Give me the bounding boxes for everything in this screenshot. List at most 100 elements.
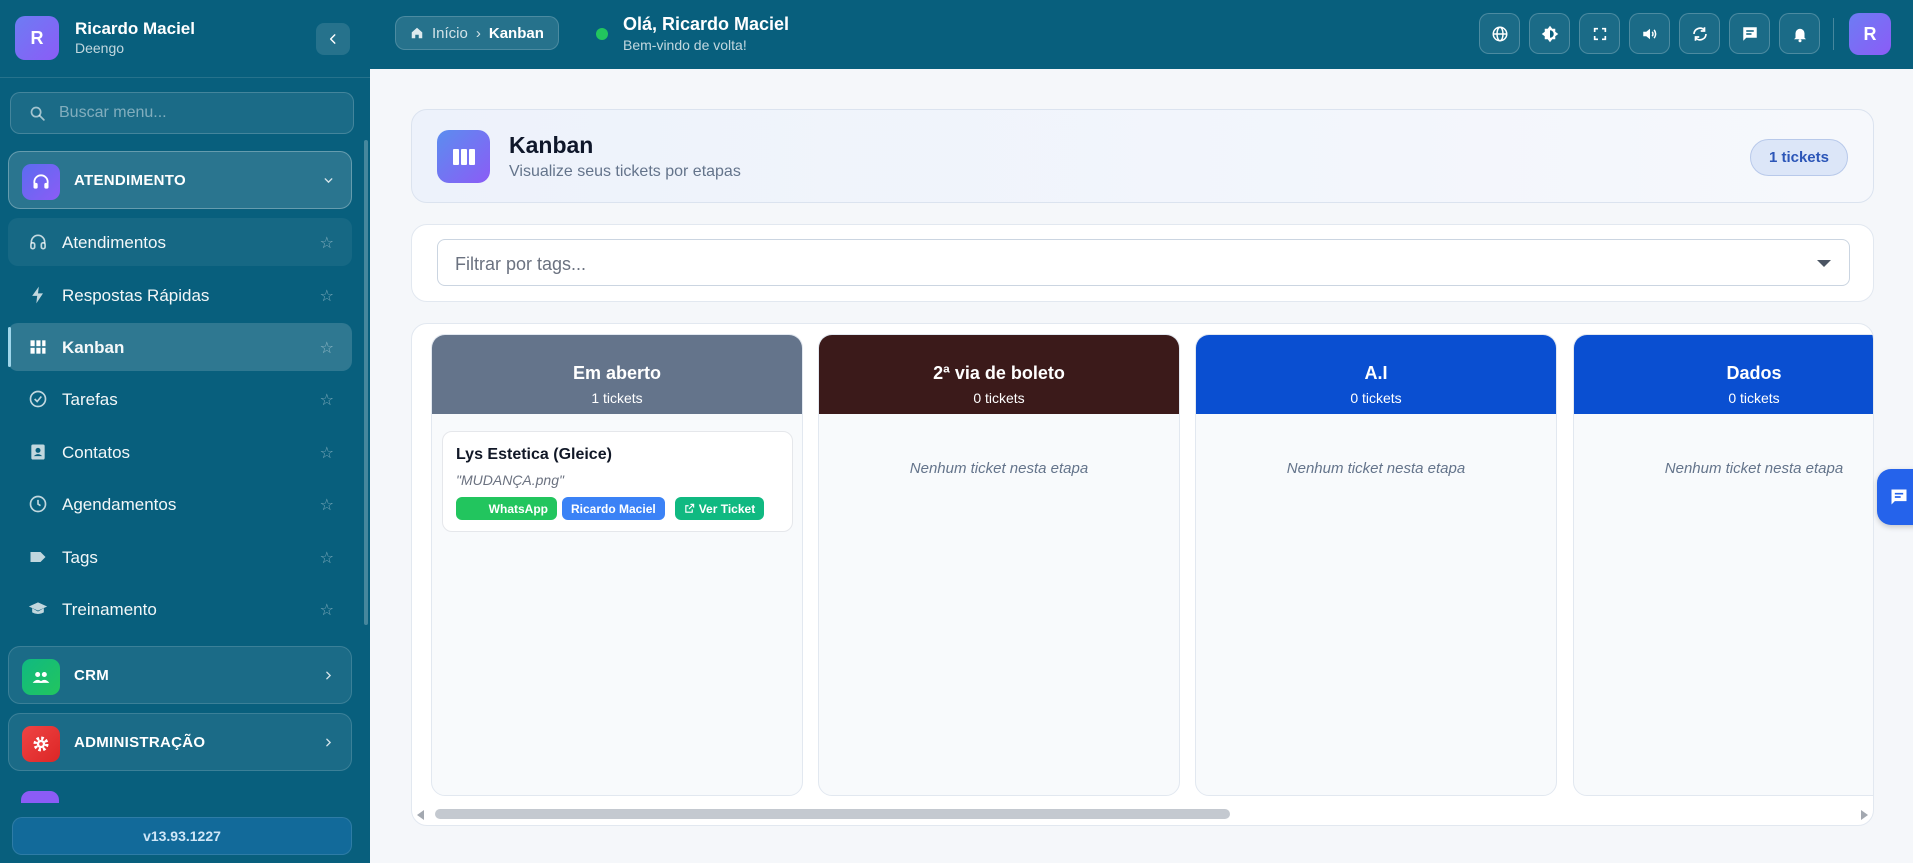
tag-icon — [30, 552, 46, 562]
grid-icon — [30, 340, 46, 354]
ticket-count-badge: 1 tickets — [1749, 139, 1848, 176]
sidebar-item-kanban[interactable]: Kanban ☆ — [8, 323, 352, 371]
sidebar-item-label: Respostas Rápidas — [62, 286, 210, 305]
breadcrumb-separator: › — [475, 24, 481, 42]
star-icon[interactable]: ☆ — [320, 443, 334, 463]
star-icon[interactable]: ☆ — [320, 338, 334, 358]
column-name: Em aberto — [572, 363, 662, 383]
people-icon — [22, 659, 60, 695]
sidebar-item-tags[interactable]: Tags ☆ — [8, 533, 352, 581]
bell-icon — [1793, 28, 1806, 42]
channel-tag: WhatsApp — [456, 497, 557, 520]
chat-button[interactable] — [1729, 13, 1770, 54]
star-icon[interactable]: ☆ — [320, 390, 334, 410]
kanban-column-dados: Dados 0 tickets Nenhum ticket nesta etap… — [1573, 334, 1873, 796]
column-header: Em aberto 1 tickets — [432, 335, 802, 414]
contact-card-icon — [31, 444, 45, 460]
sidebar-item-label: Treinamento — [62, 600, 157, 619]
menu-group-label: ATENDIMENTO — [74, 172, 186, 189]
scroll-left-arrow[interactable] — [417, 810, 424, 820]
clock-icon — [29, 495, 47, 513]
sidebar: R Ricardo Maciel Deengo ATENDIMENTO Aten… — [0, 0, 370, 863]
chat-icon — [1891, 489, 1907, 505]
tag-filter-placeholder: Filtrar por tags... — [455, 254, 587, 274]
kanban-column-em-aberto: Em aberto 1 tickets Lys Estetica (Gleice… — [431, 334, 803, 796]
fullscreen-button[interactable] — [1579, 13, 1620, 54]
refresh-button[interactable] — [1679, 13, 1720, 54]
page-title: Kanban — [509, 132, 594, 158]
breadcrumb-current: Kanban — [488, 24, 544, 42]
sidebar-item-label: Agendamentos — [62, 495, 177, 514]
star-icon[interactable]: ☆ — [320, 286, 334, 306]
menu-group-crm[interactable]: CRM — [8, 646, 352, 704]
chat-icon — [1742, 26, 1757, 41]
kanban-column-2a-via-de-boleto: 2ª via de boleto 0 tickets Nenhum ticket… — [818, 334, 1180, 796]
sound-button[interactable] — [1629, 13, 1670, 54]
sidebar-scrollbar[interactable] — [364, 140, 368, 625]
agent-tag: Ricardo Maciel — [562, 497, 665, 520]
column-count: 1 tickets — [591, 390, 643, 406]
gear-icon — [22, 726, 60, 762]
column-empty-message: Nenhum ticket nesta etapa — [909, 460, 1089, 477]
menu-group-icon — [21, 791, 59, 803]
ticket-last-message: "MUDANÇA.png" — [456, 472, 564, 488]
star-icon[interactable]: ☆ — [320, 233, 334, 253]
headset-icon — [30, 234, 46, 250]
ticket-tags: WhatsApp Ricardo Maciel Ver Ticket — [456, 497, 765, 520]
refresh-icon — [1692, 26, 1707, 41]
language-button[interactable] — [1479, 13, 1520, 54]
page-header-card: Kanban Visualize seus tickets por etapas… — [411, 109, 1874, 203]
chevron-right-icon — [326, 738, 332, 747]
column-count: 0 tickets — [1728, 390, 1780, 406]
column-name: 2ª via de boleto — [933, 363, 1065, 383]
school-icon — [28, 602, 48, 614]
user-avatar[interactable]: R — [1849, 13, 1891, 55]
column-empty-message: Nenhum ticket nesta etapa — [1664, 460, 1844, 477]
star-icon[interactable]: ☆ — [320, 548, 334, 568]
fullscreen-icon — [1593, 27, 1606, 40]
globe-icon — [1492, 26, 1507, 41]
notifications-button[interactable] — [1779, 13, 1820, 54]
tag-label: WhatsApp — [488, 501, 548, 516]
tag-label: Ver Ticket — [698, 501, 756, 516]
sidebar-item-treinamento[interactable]: Treinamento ☆ — [8, 585, 352, 633]
chevron-right-icon — [326, 671, 332, 680]
menu-group-administracao[interactable]: ADMINISTRAÇÃO — [8, 713, 352, 771]
column-count: 0 tickets — [1350, 390, 1402, 406]
menu-group-partial[interactable] — [8, 781, 352, 803]
board-horizontal-scrollbar[interactable] — [415, 807, 1870, 821]
theme-toggle-button[interactable] — [1529, 13, 1570, 54]
filter-card: Filtrar por tags... — [411, 224, 1874, 302]
star-icon[interactable]: ☆ — [320, 495, 334, 515]
kanban-columns-icon — [437, 130, 490, 183]
menu-group-atendimento[interactable]: ATENDIMENTO — [8, 151, 352, 209]
ticket-card[interactable]: Lys Estetica (Gleice) "MUDANÇA.png" What… — [442, 431, 793, 532]
user-avatar[interactable]: R — [15, 16, 59, 60]
sidebar-search-input[interactable] — [59, 93, 339, 133]
tag-filter-select[interactable]: Filtrar por tags... — [437, 239, 1850, 286]
column-header: A.I 0 tickets — [1196, 335, 1556, 414]
greeting-subtitle: Bem-vindo de volta! — [623, 37, 747, 53]
column-header: 2ª via de boleto 0 tickets — [819, 335, 1179, 414]
star-icon[interactable]: ☆ — [320, 600, 334, 620]
sidebar-item-agendamentos[interactable]: Agendamentos ☆ — [8, 480, 352, 528]
collapse-sidebar-button[interactable] — [316, 23, 350, 55]
bolt-icon — [32, 286, 43, 304]
menu-group-label: CRM — [74, 667, 110, 684]
sidebar-item-tarefas[interactable]: Tarefas ☆ — [8, 375, 352, 423]
floating-chat-button[interactable] — [1877, 469, 1913, 525]
search-icon — [30, 106, 45, 121]
scroll-right-arrow[interactable] — [1861, 810, 1868, 820]
view-ticket-button[interactable]: Ver Ticket — [674, 497, 765, 520]
sidebar-item-atendimentos[interactable]: Atendimentos ☆ — [8, 218, 352, 266]
column-count: 0 tickets — [973, 390, 1025, 406]
sidebar-item-contatos[interactable]: Contatos ☆ — [8, 428, 352, 476]
kanban-board: Em aberto 1 tickets Lys Estetica (Gleice… — [411, 323, 1874, 826]
column-name: Dados — [1726, 363, 1782, 383]
breadcrumb-home[interactable]: Início — [432, 25, 468, 42]
check-circle-icon — [29, 390, 47, 408]
breadcrumb: Início › Kanban — [395, 16, 559, 50]
sidebar-item-respostas-rapidas[interactable]: Respostas Rápidas ☆ — [8, 271, 352, 319]
sidebar-search[interactable] — [10, 92, 354, 134]
scrollbar-thumb[interactable] — [435, 809, 1230, 819]
